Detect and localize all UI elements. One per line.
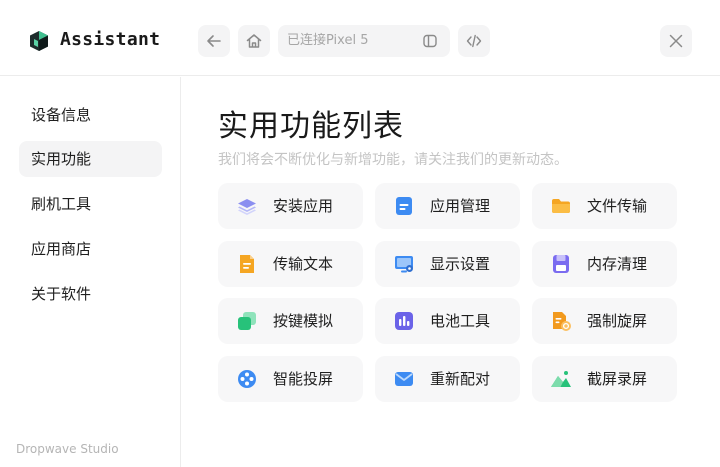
feature-battery-tools[interactable]: 电池工具 xyxy=(375,298,520,344)
feature-label: 传输文本 xyxy=(273,255,334,273)
app-name: Assistant xyxy=(60,29,161,50)
floppy-icon xyxy=(553,255,569,273)
folder-icon xyxy=(552,199,570,213)
feature-label: 电池工具 xyxy=(430,312,491,330)
keys-icon xyxy=(238,312,256,330)
landscape-icon xyxy=(551,371,571,387)
sidebar: 设备信息 实用功能 刷机工具 应用商店 关于软件 Dropwave Studio xyxy=(0,77,181,467)
feature-label: 强制旋屏 xyxy=(587,312,648,330)
back-button[interactable] xyxy=(198,25,230,57)
app-logo-icon xyxy=(30,31,48,51)
sidebar-item-device-info[interactable]: 设备信息 xyxy=(19,97,162,133)
sidebar-item-utilities[interactable]: 实用功能 xyxy=(19,141,162,177)
film-reel-icon xyxy=(238,370,256,388)
feature-smart-cast[interactable]: 智能投屏 xyxy=(218,356,363,402)
feature-file-transfer[interactable]: 文件传输 xyxy=(532,183,677,229)
feature-label: 显示设置 xyxy=(430,255,491,273)
sidebar-item-label: 应用商店 xyxy=(31,240,92,258)
document-icon xyxy=(240,255,254,273)
battery-chart-icon xyxy=(395,312,413,330)
sidebar-item-label: 刷机工具 xyxy=(31,195,92,213)
feature-install-app[interactable]: 安装应用 xyxy=(218,183,363,229)
code-button[interactable] xyxy=(458,25,490,57)
sidebar-item-label: 设备信息 xyxy=(31,106,92,124)
app-manage-icon xyxy=(396,197,412,215)
feature-label: 文件传输 xyxy=(587,197,648,215)
sidebar-panel-icon[interactable] xyxy=(422,33,438,49)
feature-key-simulate[interactable]: 按键模拟 xyxy=(218,298,363,344)
feature-app-manage[interactable]: 应用管理 xyxy=(375,183,520,229)
feature-label: 安装应用 xyxy=(273,197,334,215)
feature-screen-capture[interactable]: 截屏录屏 xyxy=(532,356,677,402)
feature-label: 智能投屏 xyxy=(273,370,334,388)
sidebar-item-about[interactable]: 关于软件 xyxy=(19,276,162,312)
device-status-field[interactable]: 已连接Pixel 5 xyxy=(278,25,450,57)
title-bar: Assistant 已连接Pixel 5 xyxy=(0,0,720,76)
feature-memory-clean[interactable]: 内存清理 xyxy=(532,241,677,287)
feature-label: 重新配对 xyxy=(430,370,491,388)
envelope-icon xyxy=(395,372,413,386)
page-subtitle: 我们将会不断优化与新增功能，请关注我们的更新动态。 xyxy=(218,152,568,168)
feature-label: 截屏录屏 xyxy=(587,370,648,388)
feature-transfer-text[interactable]: 传输文本 xyxy=(218,241,363,287)
rotate-file-icon xyxy=(553,312,571,331)
code-icon xyxy=(466,34,482,48)
footer-brand: Dropwave Studio xyxy=(16,442,119,456)
close-button[interactable] xyxy=(660,25,692,57)
feature-re-pair[interactable]: 重新配对 xyxy=(375,356,520,402)
close-icon xyxy=(669,34,683,48)
device-status-text: 已连接Pixel 5 xyxy=(287,33,369,48)
home-button[interactable] xyxy=(238,25,270,57)
sidebar-item-label: 关于软件 xyxy=(31,285,92,303)
page-title: 实用功能列表 xyxy=(218,109,404,144)
sidebar-item-app-store[interactable]: 应用商店 xyxy=(19,231,162,267)
sidebar-item-label: 实用功能 xyxy=(31,150,92,168)
feature-display-settings[interactable]: 显示设置 xyxy=(375,241,520,287)
arrow-left-icon xyxy=(207,35,221,47)
feature-label: 应用管理 xyxy=(430,197,491,215)
home-icon xyxy=(246,34,262,48)
monitor-icon xyxy=(395,256,413,273)
layers-icon xyxy=(238,199,256,215)
feature-label: 按键模拟 xyxy=(273,312,334,330)
feature-label: 内存清理 xyxy=(587,255,648,273)
sidebar-item-flash-tools[interactable]: 刷机工具 xyxy=(19,186,162,222)
feature-force-rotate[interactable]: 强制旋屏 xyxy=(532,298,677,344)
